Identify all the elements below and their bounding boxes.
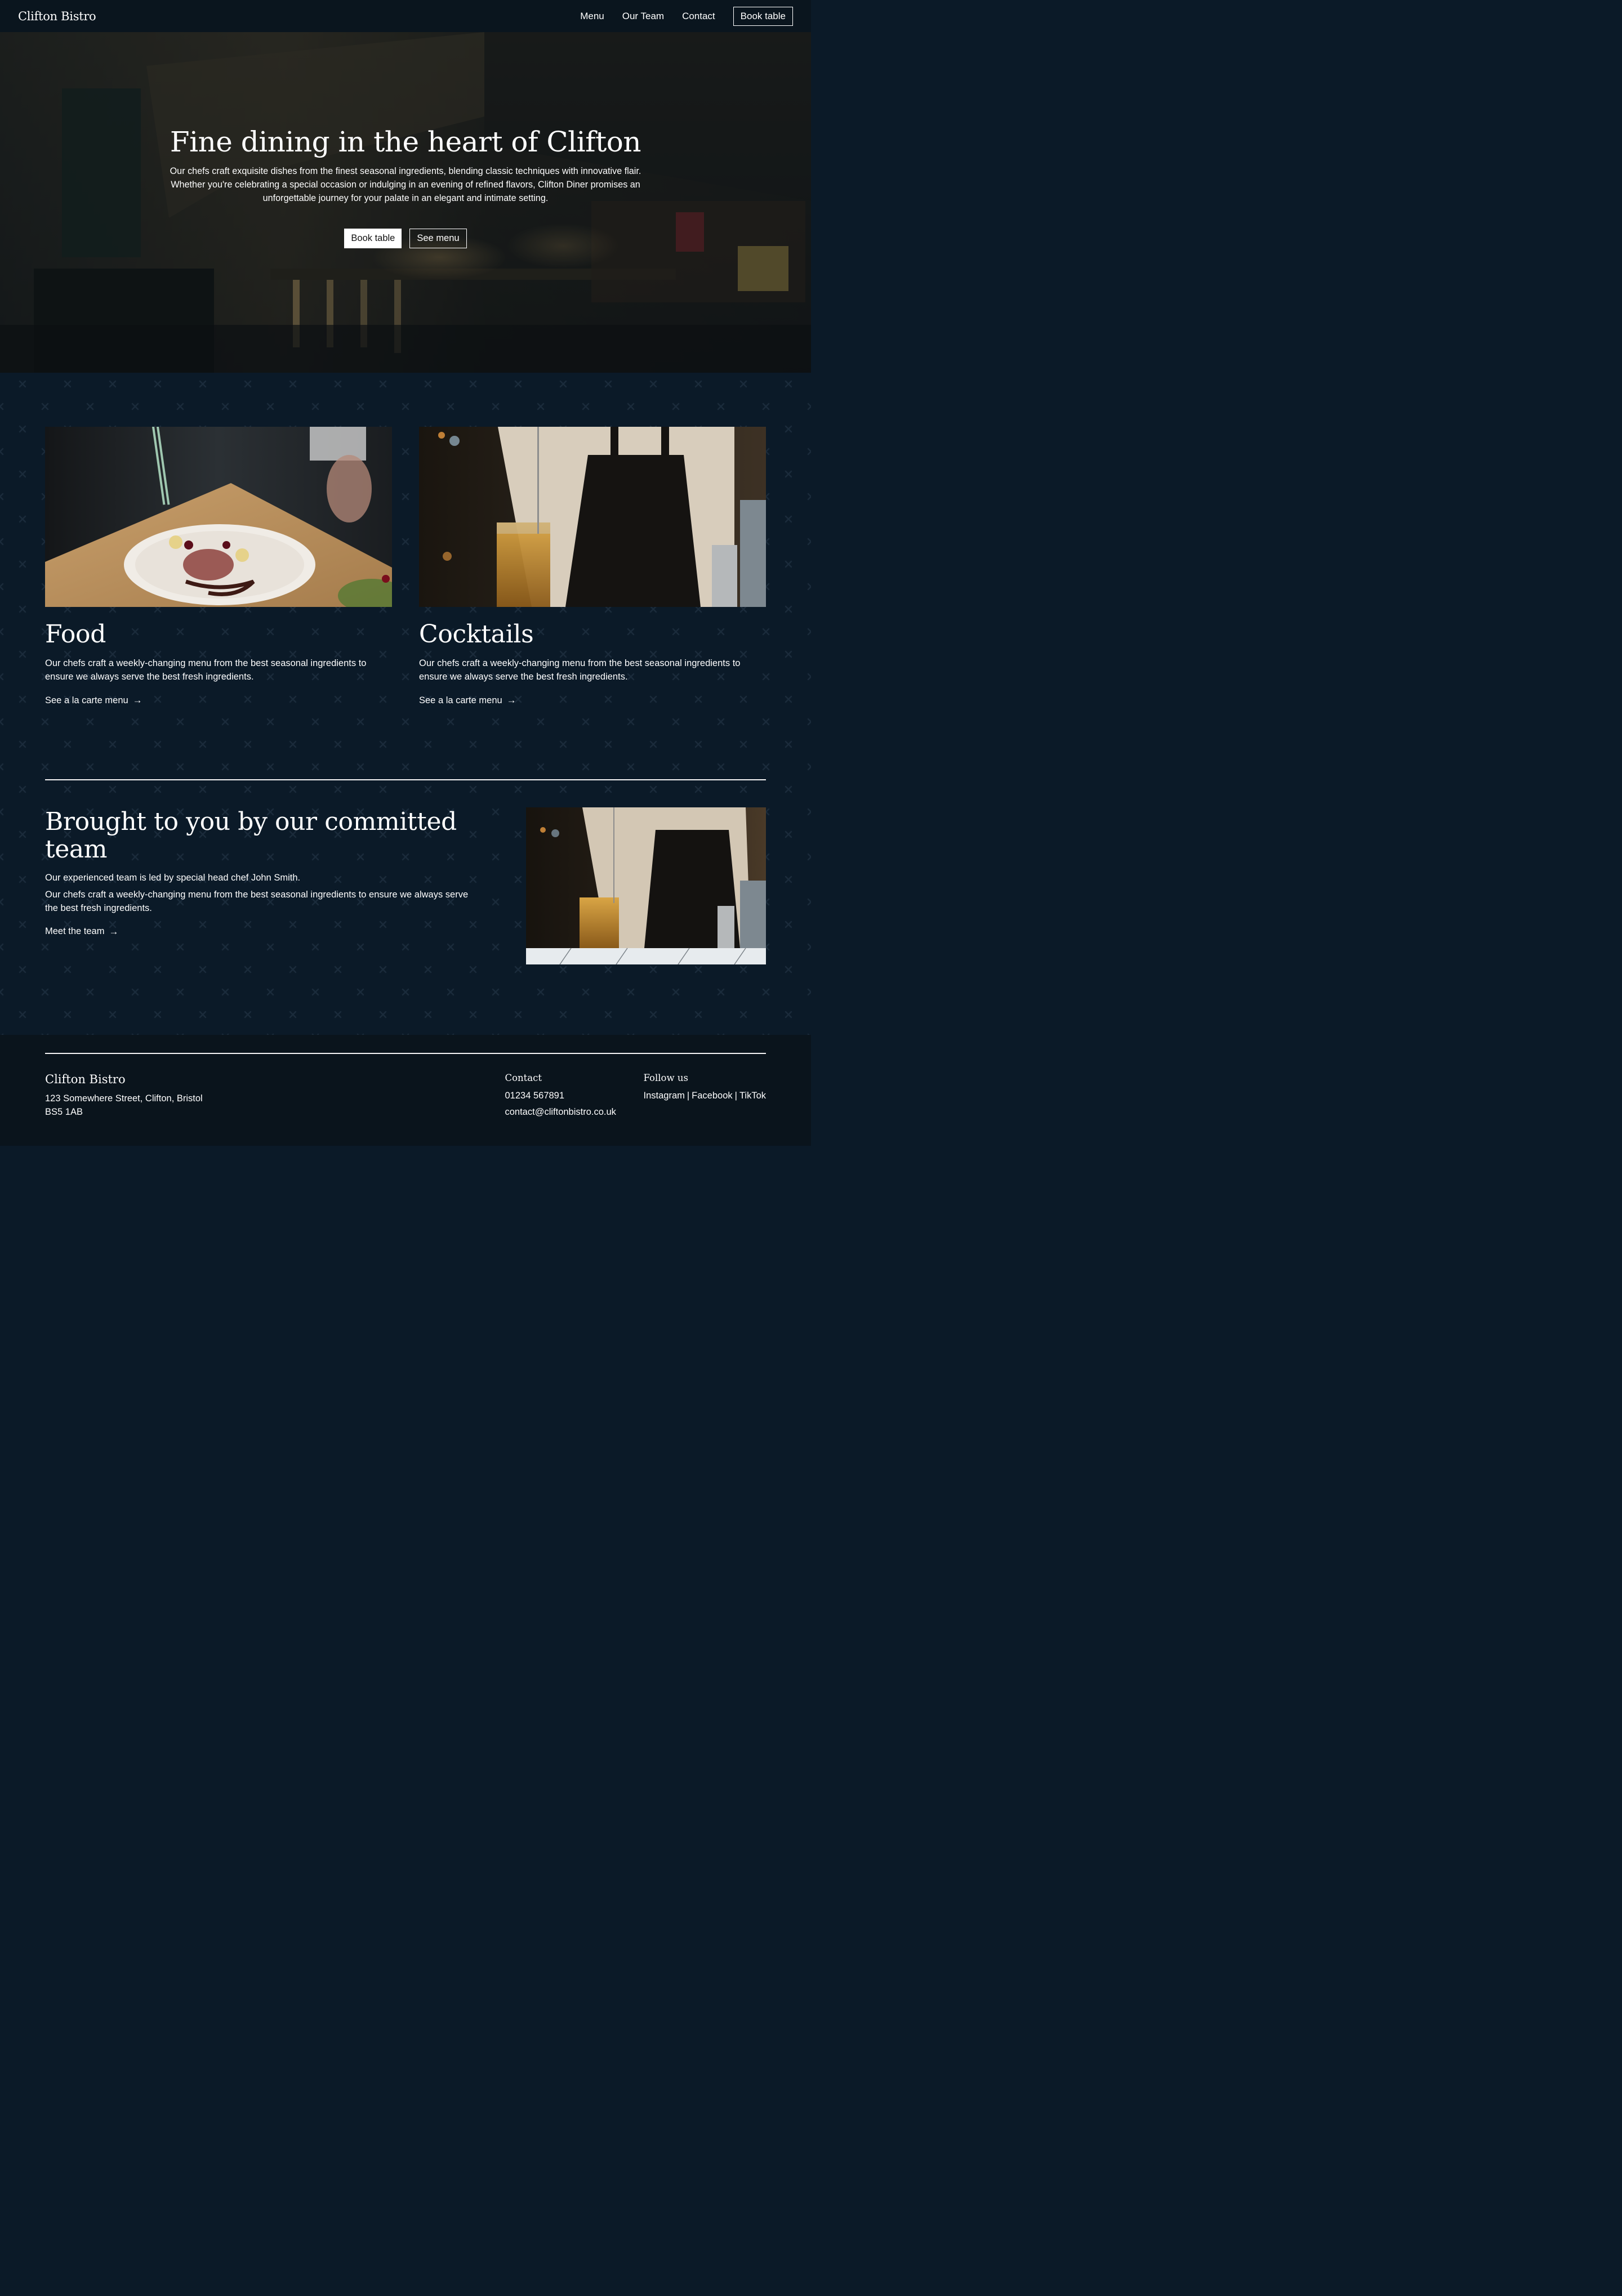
food-menu-link-label: See a la carte menu	[45, 695, 128, 705]
nav-link-our-team[interactable]: Our Team	[622, 11, 664, 22]
contact-heading: Contact	[505, 1073, 542, 1084]
cocktails-card: Cocktails Our chefs craft a weekly-chang…	[419, 427, 766, 706]
meet-team-link[interactable]: Meet the team →	[45, 926, 118, 937]
hero-title: Fine dining in the heart of Clifton	[170, 126, 641, 158]
footer-columns: Contact 01234 567891 contact@cliftonbist…	[505, 1073, 767, 1119]
follow-heading: Follow us	[643, 1073, 688, 1084]
team-description: Our chefs craft a weekly-changing menu f…	[45, 889, 469, 913]
team-title: Brought to you by our committed team	[45, 807, 457, 864]
main-content: Food Our chefs craft a weekly-changing m…	[0, 373, 811, 1035]
arrow-right-icon: →	[132, 695, 142, 706]
food-card: Food Our chefs craft a weekly-changing m…	[45, 427, 392, 706]
brand-logo[interactable]: Clifton Bistro	[18, 10, 96, 23]
hero-book-table-button[interactable]: Book table	[344, 229, 402, 248]
cocktails-menu-link-label: See a la carte menu	[419, 695, 502, 705]
footer-brand-block: Clifton Bistro 123 Somewhere Street, Cli…	[45, 1073, 203, 1119]
arrow-right-icon: →	[109, 926, 119, 937]
team-section: Brought to you by our committed team Our…	[0, 780, 811, 965]
food-image	[45, 427, 392, 607]
cocktails-description: Our chefs craft a weekly-changing menu f…	[419, 658, 741, 682]
top-nav: Clifton Bistro Menu Our Team Contact Boo…	[0, 0, 811, 32]
facebook-link[interactable]: Facebook	[692, 1091, 732, 1101]
footer-contact-column: Contact 01234 567891 contact@cliftonbist…	[505, 1073, 617, 1119]
footer-brand: Clifton Bistro	[45, 1073, 126, 1087]
hero-description: Our chefs craft exquisite dishes from th…	[170, 166, 641, 203]
separator: |	[734, 1091, 737, 1101]
nav-links: Menu Our Team Contact Book table	[562, 6, 793, 26]
site-footer: Clifton Bistro 123 Somewhere Street, Cli…	[0, 1035, 811, 1146]
contact-phone[interactable]: 01234 567891	[505, 1091, 617, 1101]
team-lead-text: Our experienced team is led by special h…	[45, 872, 301, 883]
meet-team-link-label: Meet the team	[45, 926, 105, 937]
cocktails-image	[419, 427, 766, 607]
hero-section: Fine dining in the heart of Clifton Our …	[0, 32, 811, 373]
nav-link-menu[interactable]: Menu	[580, 11, 604, 22]
hero-buttons: Book table See menu	[0, 229, 811, 248]
team-image	[526, 807, 766, 965]
cocktail-photo-icon	[419, 427, 766, 607]
contact-email[interactable]: contact@cliftonbistro.co.uk	[505, 1107, 617, 1117]
address-line-2: BS5 1AB	[45, 1107, 83, 1118]
cocktails-menu-link[interactable]: See a la carte menu →	[419, 695, 516, 706]
footer-divider	[45, 1053, 766, 1055]
address-line-1: 123 Somewhere Street, Clifton, Bristol	[45, 1093, 203, 1104]
nav-book-table-button[interactable]: Book table	[733, 6, 793, 26]
team-text: Brought to you by our committed team Our…	[45, 807, 473, 964]
hero-content: Fine dining in the heart of Clifton Our …	[0, 127, 811, 248]
separator: |	[687, 1091, 690, 1101]
footer-follow-column: Follow us Instagram | Facebook | TikTok	[644, 1073, 767, 1119]
social-links: Instagram | Facebook | TikTok	[644, 1091, 767, 1101]
arrow-right-icon: →	[506, 695, 516, 706]
food-photo-icon	[45, 427, 392, 607]
nav-link-contact[interactable]: Contact	[682, 11, 715, 22]
cocktails-title: Cocktails	[419, 620, 534, 649]
food-title: Food	[45, 620, 106, 649]
offerings-cards: Food Our chefs craft a weekly-changing m…	[0, 427, 811, 706]
tiktok-link[interactable]: TikTok	[739, 1091, 766, 1101]
food-menu-link[interactable]: See a la carte menu →	[45, 695, 142, 706]
food-description: Our chefs craft a weekly-changing menu f…	[45, 658, 367, 682]
footer-address: 123 Somewhere Street, Clifton, Bristol B…	[45, 1092, 203, 1119]
footer-content: Clifton Bistro 123 Somewhere Street, Cli…	[45, 1073, 766, 1119]
bartender-photo-icon	[526, 807, 766, 965]
instagram-link[interactable]: Instagram	[644, 1091, 685, 1101]
hero-see-menu-button[interactable]: See menu	[409, 229, 467, 248]
